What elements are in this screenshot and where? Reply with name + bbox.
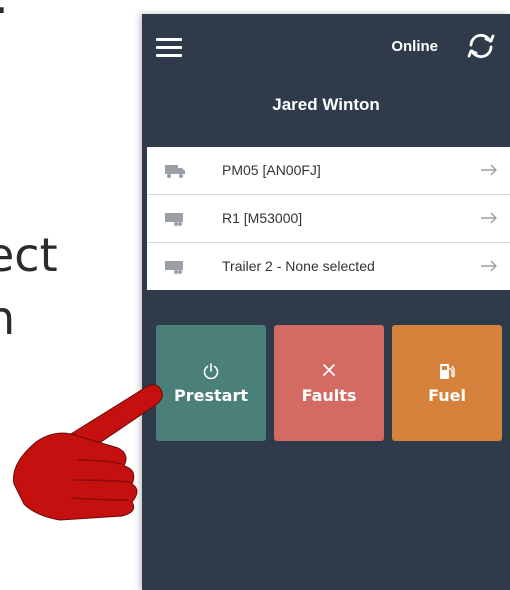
- vehicle-label: PM05 [AN00FJ]: [222, 162, 321, 178]
- sync-icon[interactable]: [464, 31, 498, 61]
- truck-icon: [165, 165, 185, 178]
- connection-status: Online: [391, 38, 438, 55]
- trailer-icon: [165, 261, 183, 274]
- close-x-icon: [323, 364, 335, 376]
- faults-label: Faults: [301, 386, 357, 405]
- vehicle-row-trailer-2[interactable]: Trailer 2 - None selected: [147, 243, 510, 290]
- background-text-dot: .: [0, 0, 9, 20]
- fuel-label: Fuel: [428, 386, 466, 405]
- background-text-line2: n: [0, 291, 16, 345]
- faults-button[interactable]: Faults: [274, 325, 384, 441]
- trailer-icon: [165, 213, 183, 226]
- arrow-right-icon: [481, 260, 497, 272]
- background-text-line1: ect: [0, 228, 58, 282]
- vehicle-label: R1 [M53000]: [222, 210, 303, 226]
- vehicle-label: Trailer 2 - None selected: [222, 258, 375, 274]
- app-screen: Online Jared Winton PM05 [AN00FJ] R1 [M5…: [142, 14, 510, 590]
- hamburger-menu-icon[interactable]: [156, 38, 182, 58]
- vehicle-row-trailer-1[interactable]: R1 [M53000]: [147, 195, 510, 243]
- power-icon: [203, 363, 219, 380]
- vehicle-row-prime-mover[interactable]: PM05 [AN00FJ]: [147, 147, 510, 195]
- fuel-pump-icon: [440, 364, 455, 379]
- arrow-right-icon: [481, 212, 497, 224]
- vehicle-list: PM05 [AN00FJ] R1 [M53000] Trailer 2 - No: [147, 147, 510, 290]
- arrow-right-icon: [481, 164, 497, 176]
- fuel-button[interactable]: Fuel: [392, 325, 502, 441]
- top-bar: Online: [142, 14, 510, 78]
- pointing-hand-icon: [12, 384, 163, 521]
- user-name: Jared Winton: [272, 95, 380, 114]
